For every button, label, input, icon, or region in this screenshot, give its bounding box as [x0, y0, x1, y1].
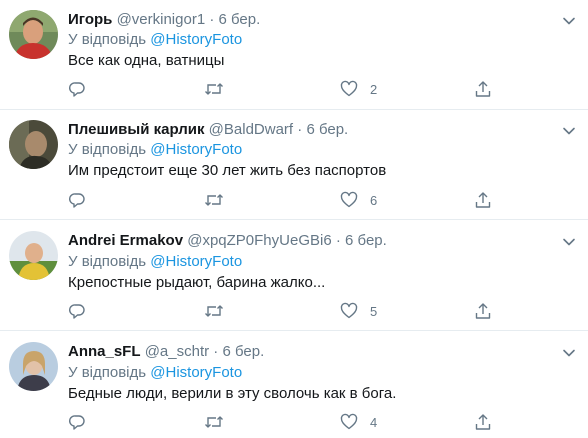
heart-icon — [340, 302, 358, 319]
tweet-date[interactable]: 6 бер. — [219, 11, 261, 28]
tweet-actions: 2 — [68, 79, 508, 99]
reply-context: У відповідь @HistoryFoto — [68, 140, 242, 160]
tweet-actions: 5 — [68, 301, 508, 321]
separator-dot: · — [209, 11, 215, 28]
tweet-header: Плешивый карлик @BaldDwarf · 6 бер. — [68, 120, 348, 140]
share-button[interactable] — [474, 79, 492, 99]
reply-icon — [69, 415, 85, 430]
tweet-header: Anna_sFL @a_schtr · 6 бер. — [68, 342, 264, 362]
chevron-down-icon[interactable] — [562, 346, 576, 360]
separator-dot: · — [335, 232, 341, 249]
tweet-date[interactable]: 6 бер. — [345, 232, 387, 249]
reply-icon — [69, 193, 85, 208]
tweet-text: Крепостные рыдают, барина жалко... — [68, 274, 326, 291]
share-button[interactable] — [474, 412, 492, 432]
mention-link[interactable]: @HistoryFoto — [150, 31, 242, 48]
tweet-text: Бедные люди, верили в эту сволочь как в … — [68, 385, 397, 402]
reply-prefix: У відповідь — [68, 253, 151, 270]
tweet[interactable]: Игорь @verkinigor1 · 6 бер. У відповідь … — [0, 0, 588, 110]
tweet[interactable]: Andrei Ermakov @xpqZP0FhyUeGBi6 · 6 бер.… — [0, 220, 588, 331]
tweet-actions: 6 — [68, 190, 508, 210]
author-handle[interactable]: @BaldDwarf — [209, 121, 293, 138]
tweet[interactable]: Anna_sFL @a_schtr · 6 бер. У відповідь @… — [0, 331, 588, 438]
reply-prefix: У відповідь — [68, 31, 151, 48]
heart-icon — [340, 191, 358, 208]
mention-link[interactable]: @HistoryFoto — [150, 253, 242, 270]
avatar[interactable] — [9, 10, 58, 59]
reply-context: У відповідь @HistoryFoto — [68, 363, 242, 383]
author-handle[interactable]: @xpqZP0FhyUeGBi6 — [187, 232, 331, 249]
share-icon — [475, 192, 491, 208]
tweet-header: Andrei Ermakov @xpqZP0FhyUeGBi6 · 6 бер. — [68, 231, 387, 251]
tweet-date[interactable]: 6 бер. — [222, 343, 264, 360]
author-name[interactable]: Anna_sFL — [68, 343, 141, 360]
tweet-actions: 4 — [68, 412, 508, 432]
reply-context: У відповідь @HistoryFoto — [68, 252, 242, 272]
separator-dot: · — [213, 343, 219, 360]
like-button[interactable]: 4 — [340, 412, 377, 432]
retweet-icon — [205, 83, 223, 95]
retweet-button[interactable] — [204, 301, 224, 321]
retweet-icon — [205, 416, 223, 428]
reply-button[interactable] — [68, 412, 86, 432]
reply-prefix: У відповідь — [68, 364, 151, 381]
heart-icon — [340, 413, 358, 430]
like-button[interactable]: 2 — [340, 79, 377, 99]
reply-icon — [69, 82, 85, 97]
reply-button[interactable] — [68, 79, 86, 99]
reply-button[interactable] — [68, 301, 86, 321]
retweet-button[interactable] — [204, 79, 224, 99]
share-icon — [475, 414, 491, 430]
retweet-icon — [205, 305, 223, 317]
share-button[interactable] — [474, 190, 492, 210]
tweet[interactable]: Плешивый карлик @BaldDwarf · 6 бер. У ві… — [0, 110, 588, 220]
retweet-button[interactable] — [204, 412, 224, 432]
retweet-button[interactable] — [204, 190, 224, 210]
avatar[interactable] — [9, 231, 58, 280]
reply-button[interactable] — [68, 190, 86, 210]
author-name[interactable]: Плешивый карлик — [68, 121, 205, 138]
tweet-date[interactable]: 6 бер. — [306, 121, 348, 138]
share-icon — [475, 81, 491, 97]
tweet-text: Им предстоит еще 30 лет жить без паспорт… — [68, 162, 387, 179]
mention-link[interactable]: @HistoryFoto — [150, 141, 242, 158]
retweet-icon — [205, 194, 223, 206]
tweet-text: Все как одна, ватницы — [68, 52, 225, 69]
like-button[interactable]: 6 — [340, 190, 377, 210]
share-icon — [475, 303, 491, 319]
like-count: 6 — [370, 192, 378, 208]
separator-dot: · — [297, 121, 303, 138]
tweet-header: Игорь @verkinigor1 · 6 бер. — [68, 10, 260, 30]
author-name[interactable]: Игорь — [68, 11, 112, 28]
chevron-down-icon[interactable] — [562, 14, 576, 28]
like-count: 4 — [370, 414, 378, 430]
reply-prefix: У відповідь — [68, 141, 151, 158]
reply-icon — [69, 304, 85, 319]
chevron-down-icon[interactable] — [562, 235, 576, 249]
avatar[interactable] — [9, 342, 58, 391]
author-handle[interactable]: @verkinigor1 — [117, 11, 206, 28]
author-handle[interactable]: @a_schtr — [145, 343, 209, 360]
like-count: 2 — [370, 81, 378, 97]
reply-context: У відповідь @HistoryFoto — [68, 30, 242, 50]
chevron-down-icon[interactable] — [562, 124, 576, 138]
like-button[interactable]: 5 — [340, 301, 377, 321]
mention-link[interactable]: @HistoryFoto — [150, 364, 242, 381]
heart-icon — [340, 80, 358, 97]
share-button[interactable] — [474, 301, 492, 321]
author-name[interactable]: Andrei Ermakov — [68, 232, 183, 249]
avatar[interactable] — [9, 120, 58, 169]
like-count: 5 — [370, 303, 378, 319]
